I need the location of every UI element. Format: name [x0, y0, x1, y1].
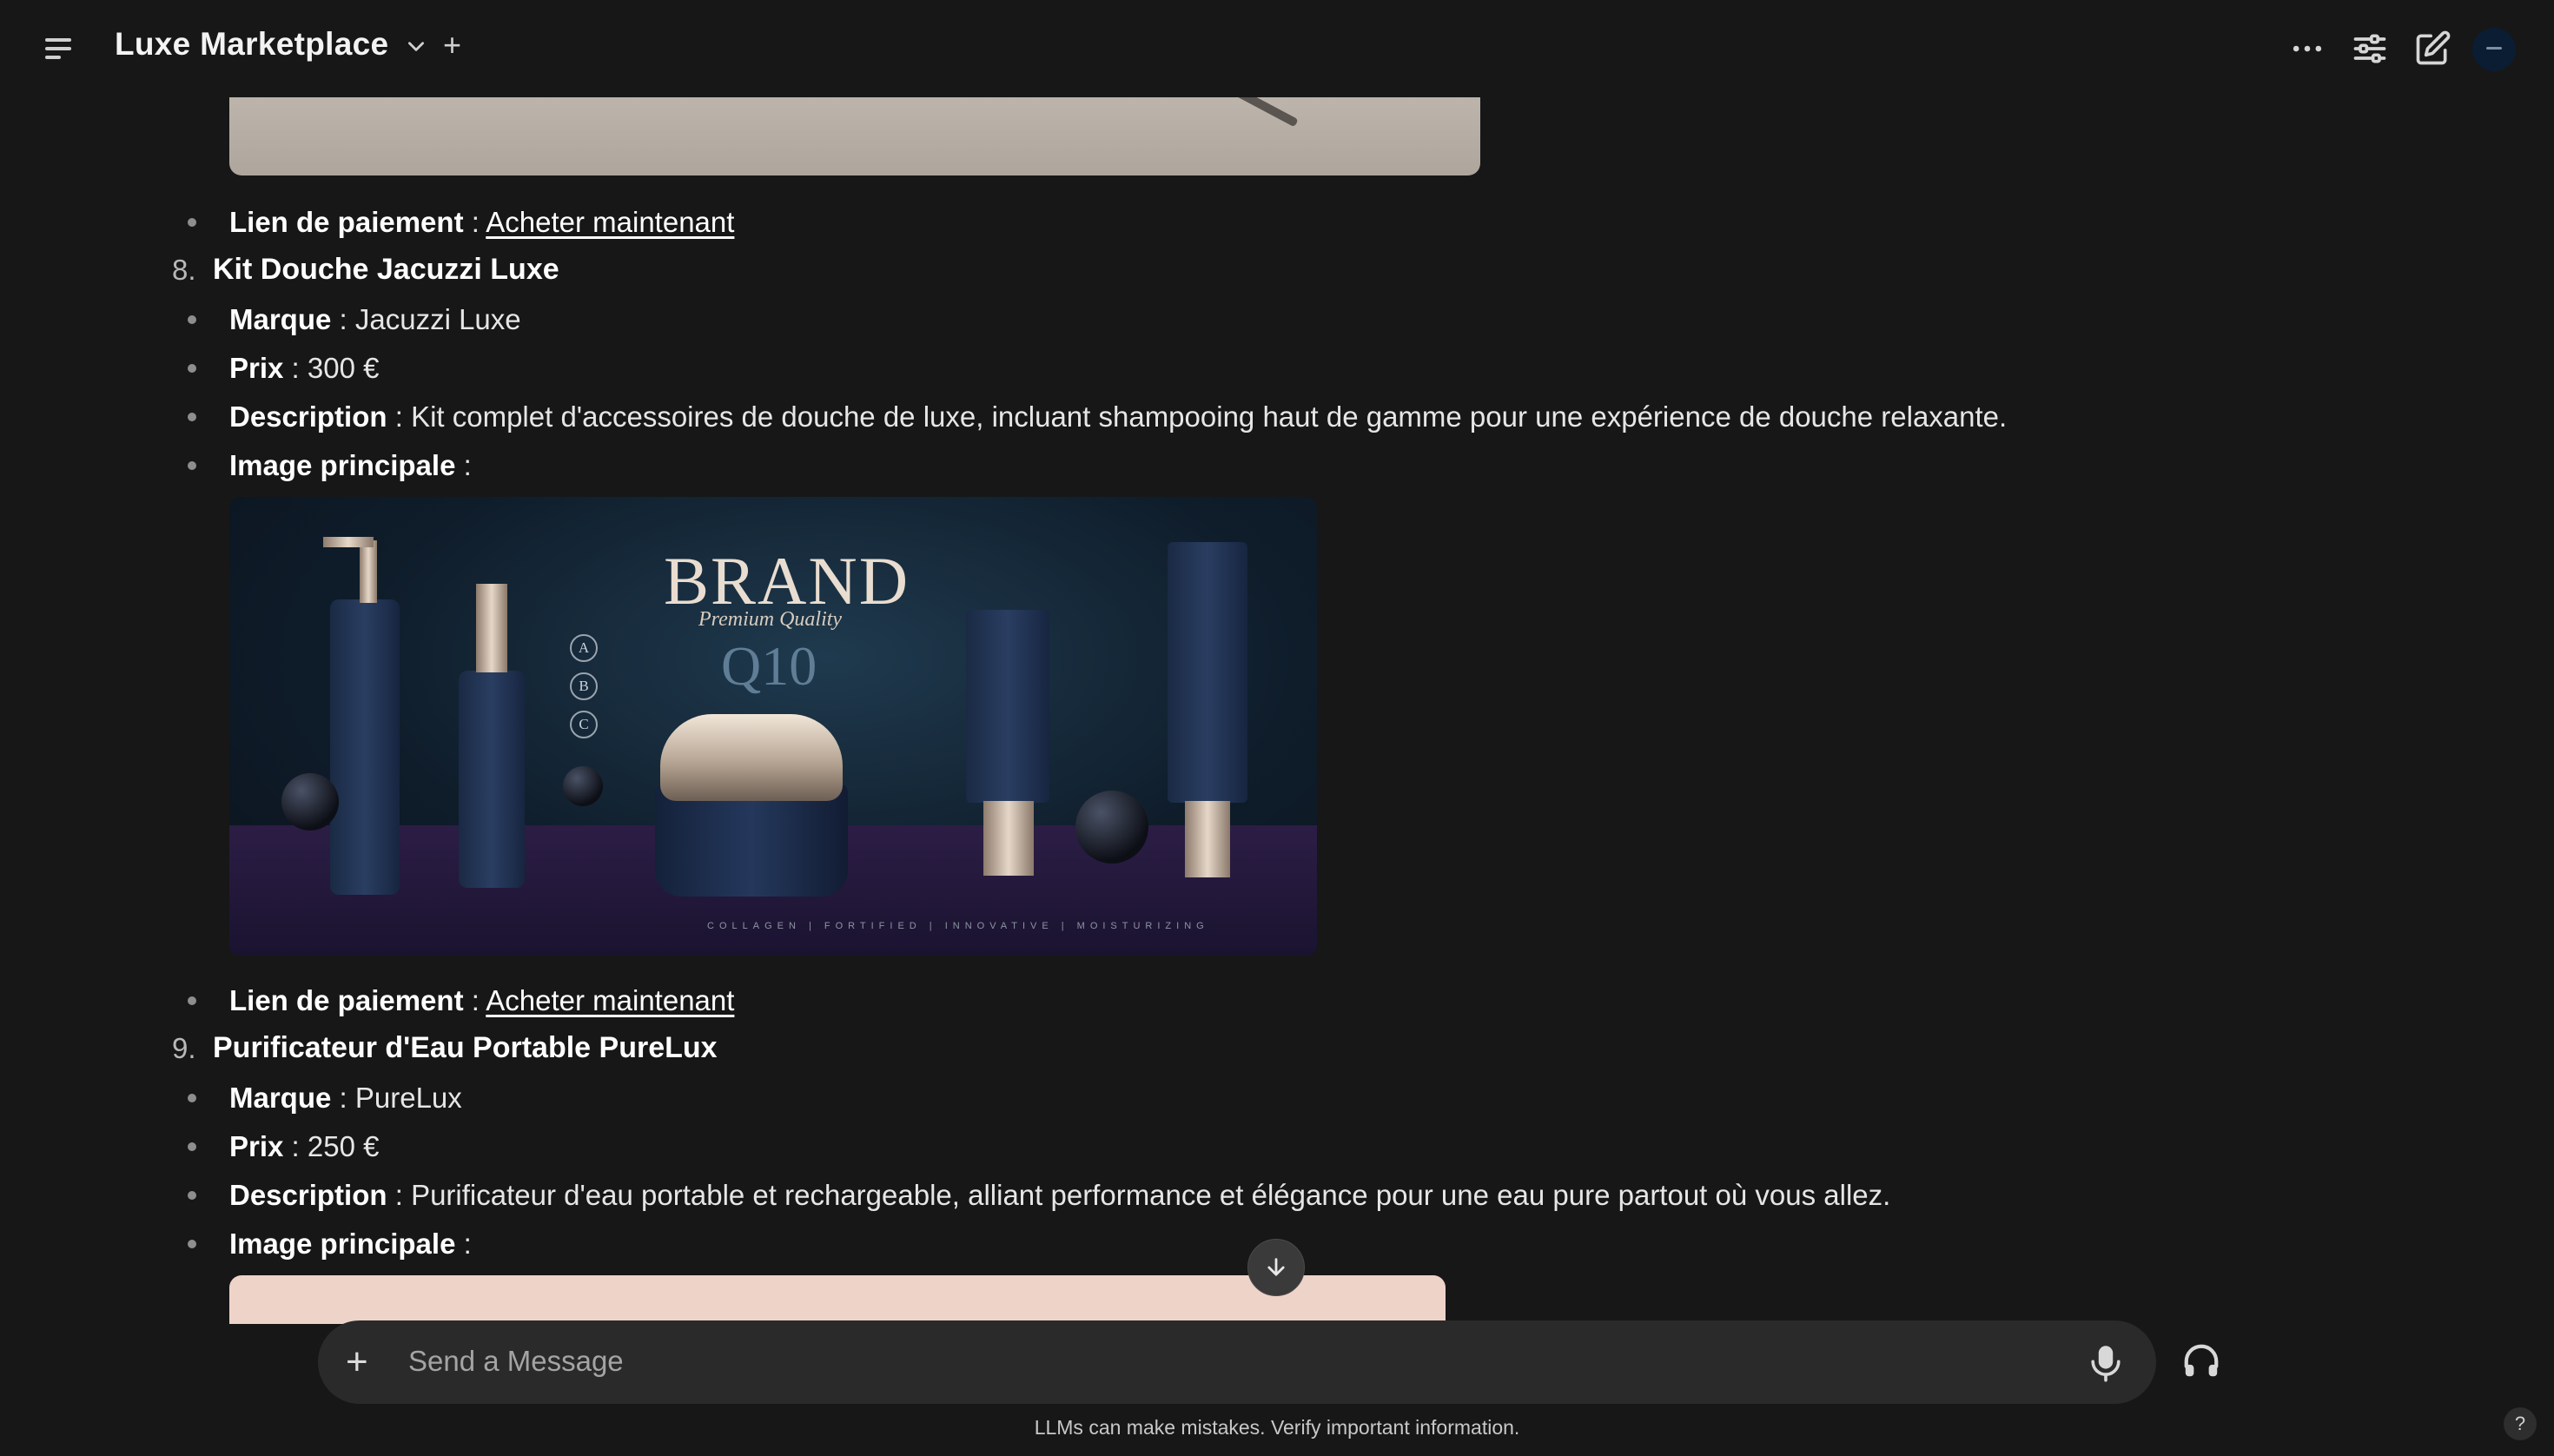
bullet: [188, 461, 196, 470]
add-attachment-button[interactable]: +: [346, 1341, 368, 1383]
avatar[interactable]: [2472, 28, 2516, 71]
message-input[interactable]: Send a Message: [408, 1345, 624, 1378]
arrow-down-icon: [1267, 1258, 1285, 1276]
chevron-down-icon[interactable]: [405, 35, 427, 57]
sliders-icon[interactable]: [2351, 30, 2389, 68]
help-button[interactable]: ?: [2504, 1407, 2537, 1440]
price-line: Prix : 250 €: [229, 1130, 380, 1162]
price-line: Prix : 300 €: [229, 352, 380, 384]
headphones-icon[interactable]: [2180, 1341, 2222, 1381]
bullet: [188, 364, 196, 373]
bullet: [188, 1142, 196, 1151]
bullet: [188, 1094, 196, 1102]
chat-content: Lien de paiement : Acheter maintenant 8.…: [0, 0, 2554, 1324]
image-tagline-text: Premium Quality: [698, 608, 843, 631]
payment-line: Lien de paiement : Acheter maintenant: [229, 984, 735, 1016]
brand-line: Marque : Jacuzzi Luxe: [229, 303, 521, 335]
image-model-text: Q10: [721, 635, 817, 697]
payment-line: Lien de paiement : Acheter maintenant: [229, 206, 735, 238]
sidebar-menu-icon[interactable]: [42, 35, 76, 63]
product-title: Purificateur d'Eau Portable PureLux: [213, 1031, 718, 1064]
scroll-to-bottom-button[interactable]: [1247, 1239, 1305, 1296]
add-model-button[interactable]: +: [443, 28, 461, 63]
edit-icon[interactable]: [2413, 30, 2451, 68]
top-bar: Luxe Marketplace +: [0, 0, 2554, 97]
buy-now-link[interactable]: Acheter maintenant: [486, 206, 734, 238]
model-title[interactable]: Luxe Marketplace: [115, 26, 388, 63]
bullet: [188, 218, 196, 227]
disclaimer-text: LLMs can make mistakes. Verify important…: [1034, 1416, 1520, 1439]
description-line: Description : Purificateur d'eau portabl…: [229, 1179, 1891, 1211]
image-label-line: Image principale :: [229, 449, 472, 481]
more-horizontal-icon[interactable]: [2288, 30, 2326, 68]
buy-now-link[interactable]: Acheter maintenant: [486, 984, 734, 1016]
bullet: [188, 996, 196, 1005]
image-marker-c: C: [570, 711, 598, 738]
bullet: [188, 413, 196, 421]
list-number: 8.: [172, 254, 196, 286]
brand-line: Marque : PureLux: [229, 1082, 462, 1114]
product-8-image: BRAND Premium Quality Q10 A B C COLLAGEN…: [229, 497, 1317, 956]
bullet: [188, 1240, 196, 1248]
image-label-line: Image principale :: [229, 1228, 472, 1260]
list-number: 9.: [172, 1032, 196, 1064]
image-marker-a: A: [570, 634, 598, 662]
description-line: Description : Kit complet d'accessoires …: [229, 400, 2008, 433]
image-tags-text: COLLAGEN | FORTIFIED | INNOVATIVE | MOIS…: [707, 921, 1209, 931]
microphone-icon[interactable]: [2088, 1343, 2123, 1383]
bullet: [188, 315, 196, 324]
product-title: Kit Douche Jacuzzi Luxe: [213, 253, 559, 286]
image-marker-b: B: [570, 672, 598, 700]
bullet: [188, 1191, 196, 1200]
